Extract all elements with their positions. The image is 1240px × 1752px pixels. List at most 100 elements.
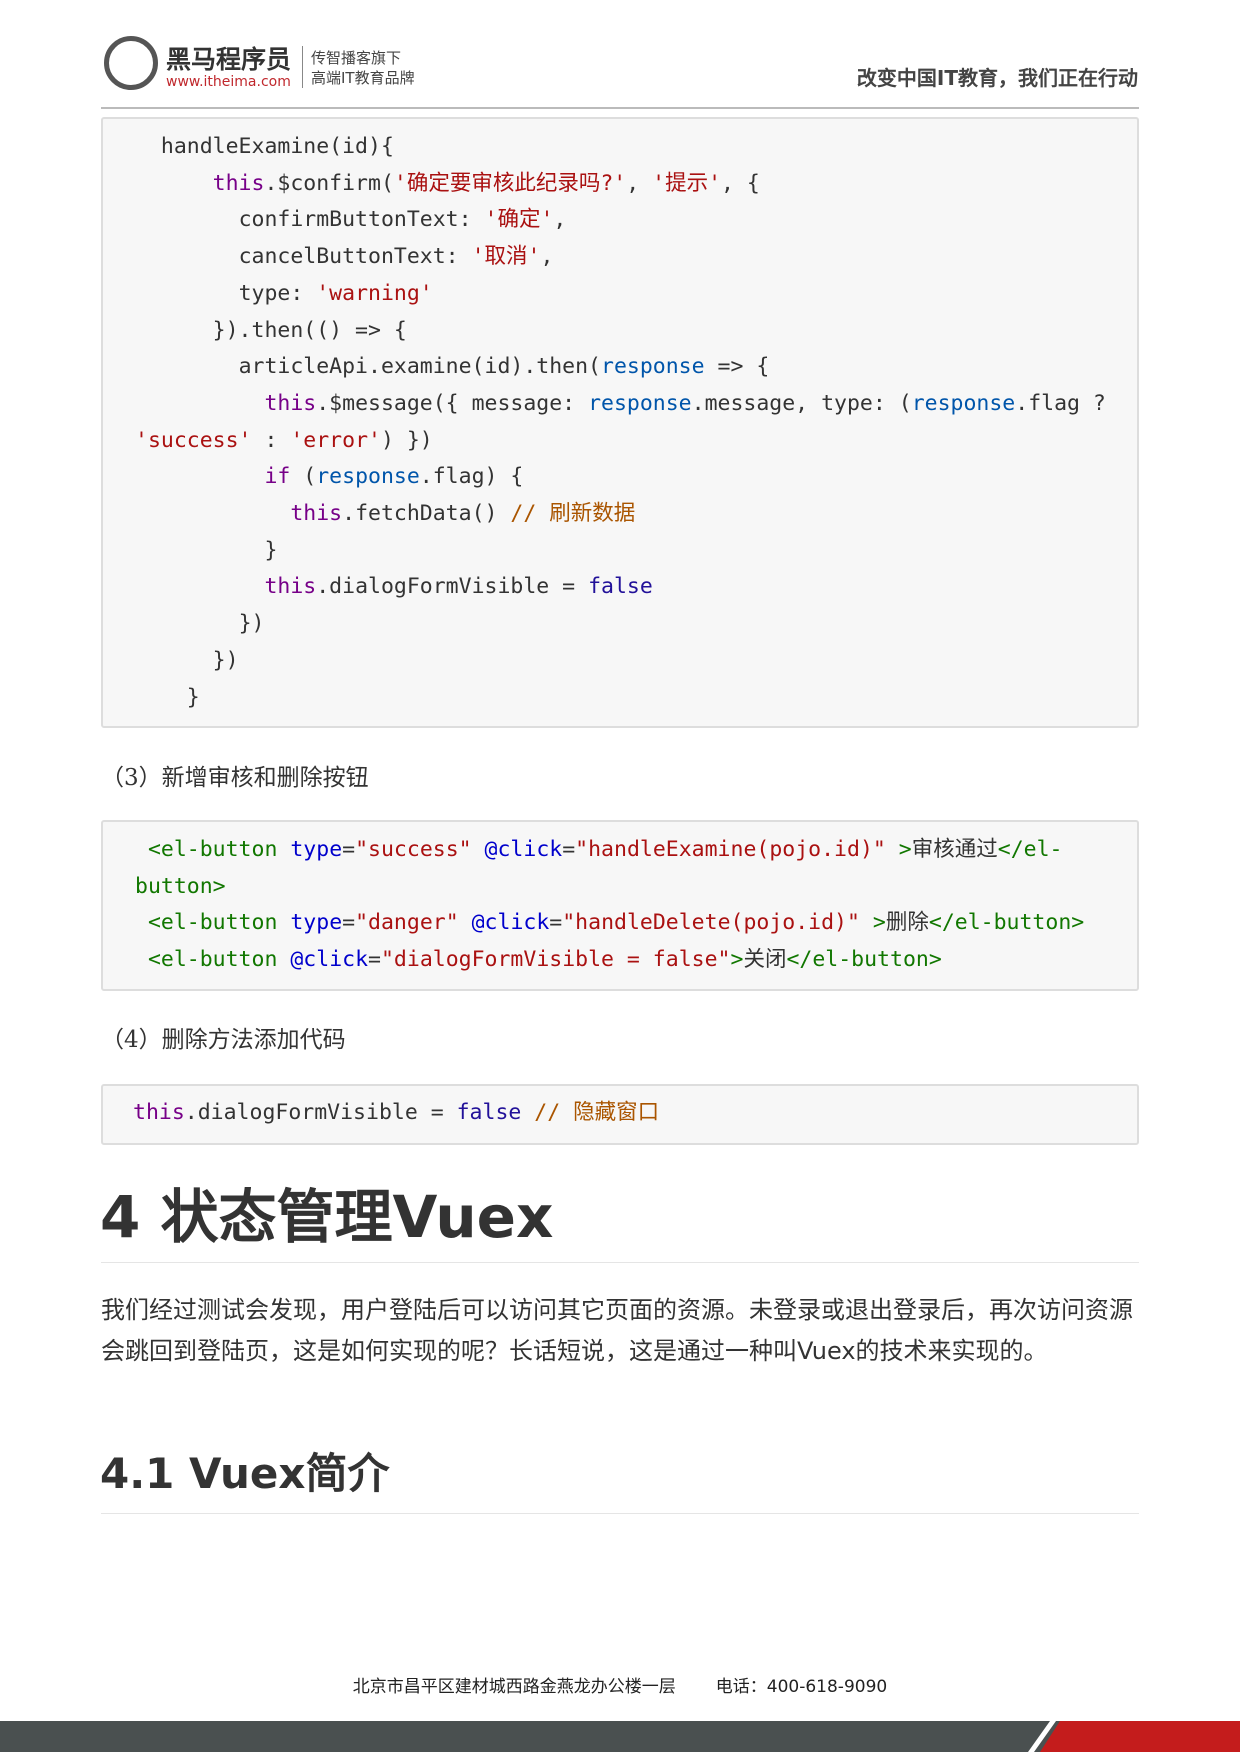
section-heading-vuex: 4 状态管理Vuex: [100, 1183, 554, 1251]
code-token: @click: [484, 837, 563, 862]
code-token: >: [730, 947, 744, 973]
code-token: '确定要审核此纪录吗?': [393, 170, 627, 196]
code-token: // 刷新数据: [510, 501, 636, 527]
subsection-heading-vuex-intro: 4.1 Vuex简介: [100, 1449, 390, 1498]
code-token: cancelButtonText:: [135, 244, 472, 270]
code-token: 关闭: [743, 947, 787, 973]
code-line: articleApi.examine(id).then(response => …: [135, 349, 1107, 386]
code-token: 'success': [135, 427, 252, 453]
code-token: .$confirm(: [264, 170, 394, 196]
itheima-logo: 黑马程序员 www.itheima.com: [104, 36, 294, 94]
code-token: '确定': [484, 207, 554, 233]
footer-contact: 北京市昌平区建材城西路金燕龙办公楼一层 电话：400-618-9090: [0, 1672, 1240, 1697]
code-token: articleApi.examine(id).then(: [135, 354, 601, 380]
logo-name: 黑马程序员: [166, 45, 292, 74]
code-token: </el-button>: [786, 947, 942, 973]
code-token: this: [212, 170, 265, 196]
code-token: .message, type: (: [691, 390, 912, 416]
code-token: this: [264, 390, 317, 416]
heading-rule: [101, 1262, 1139, 1263]
logo-sub-line2: 高端IT教育品牌: [311, 69, 415, 87]
code-token: 'error': [290, 427, 381, 453]
code-token: "success": [355, 837, 472, 862]
step-3-heading: （3）新增审核和删除按钮: [101, 765, 369, 791]
code-line: this.fetchData() // 刷新数据: [135, 496, 1107, 533]
code-token: ) }): [380, 427, 433, 453]
code-token: "danger": [355, 910, 459, 936]
code-token: "handleExamine(pojo.id)": [575, 837, 886, 862]
code-token: >: [898, 837, 912, 862]
code-token: .flag) {: [419, 464, 524, 490]
code-token: .dialogFormVisible =: [316, 574, 589, 600]
code-token: confirmButtonText:: [135, 207, 485, 233]
code-token: @click: [471, 910, 550, 936]
code-token: }).then(() => {: [135, 317, 407, 343]
code-line: confirmButtonText: '确定',: [135, 202, 1107, 239]
code-token: ,: [626, 170, 653, 196]
code-token: }): [135, 611, 265, 637]
code-line: type: 'warning': [135, 276, 1107, 313]
code-token: "handleDelete(pojo.id)": [562, 910, 860, 936]
code-line: }).then(() => {: [135, 313, 1107, 350]
logo-divider: [302, 46, 303, 88]
code-line: handleExamine(id){: [135, 129, 1107, 166]
code-token: <el-button: [147, 910, 278, 936]
code-token: response: [911, 390, 1016, 416]
code-token: 'warning': [316, 280, 433, 306]
code-token: }): [135, 647, 239, 673]
code-line: <el-button type="danger" @click="handleD…: [135, 905, 1107, 942]
header-slogan: 改变中国IT教育，我们正在行动: [856, 66, 1138, 90]
code-token: </el-button>: [928, 910, 1085, 936]
code-token: (: [290, 464, 317, 490]
code-token: false: [588, 574, 653, 600]
code-token: >: [872, 910, 886, 936]
code-token: }: [135, 537, 278, 563]
code-token: type: [290, 910, 343, 936]
code-block-buttons: <el-button type="success" @click="handle…: [101, 820, 1139, 991]
document-page: 黑马程序员 www.itheima.com 传智播客旗下 高端IT教育品牌 改变中…: [0, 0, 1240, 1752]
code-token: '提示': [652, 170, 722, 196]
logo-url: www.itheima.com: [166, 74, 291, 90]
code-token: false: [456, 1100, 522, 1125]
footer-phone: 电话：400-618-9090: [715, 1677, 888, 1697]
code-token: =: [342, 837, 356, 862]
step-4-heading: （4）删除方法添加代码: [101, 1027, 346, 1053]
code-token: <el-button: [147, 947, 278, 973]
horse-logo-icon: [104, 36, 158, 90]
code-line: <el-button @click="dialogFormVisible = f…: [135, 942, 1107, 979]
code-token: 审核通过: [911, 837, 998, 862]
code-token: ,: [553, 207, 567, 233]
code-token: this: [264, 574, 317, 600]
code-token: ,: [540, 244, 554, 270]
code-token: "dialogFormVisible = false": [380, 947, 731, 973]
code-token: @click: [290, 947, 369, 973]
code-token: =: [342, 910, 356, 936]
code-token: }: [135, 684, 200, 710]
code-token: =: [562, 837, 576, 862]
code-token: :: [251, 427, 291, 453]
code-token: // 隐藏窗口: [534, 1100, 660, 1125]
code-token: this: [290, 501, 343, 527]
code-token: <el-button: [147, 837, 278, 862]
code-token: type:: [135, 280, 317, 306]
code-line: }: [135, 533, 1107, 570]
logo-sub-line1: 传智播客旗下: [311, 49, 402, 67]
footer-bar-accent: [1040, 1721, 1240, 1752]
code-line: }): [135, 643, 1107, 680]
code-token: type: [290, 837, 343, 862]
code-line: if (response.flag) {: [135, 459, 1107, 496]
code-token: response: [588, 390, 692, 416]
code-token: .$message({ message:: [316, 390, 589, 416]
code-token: response: [601, 354, 705, 380]
